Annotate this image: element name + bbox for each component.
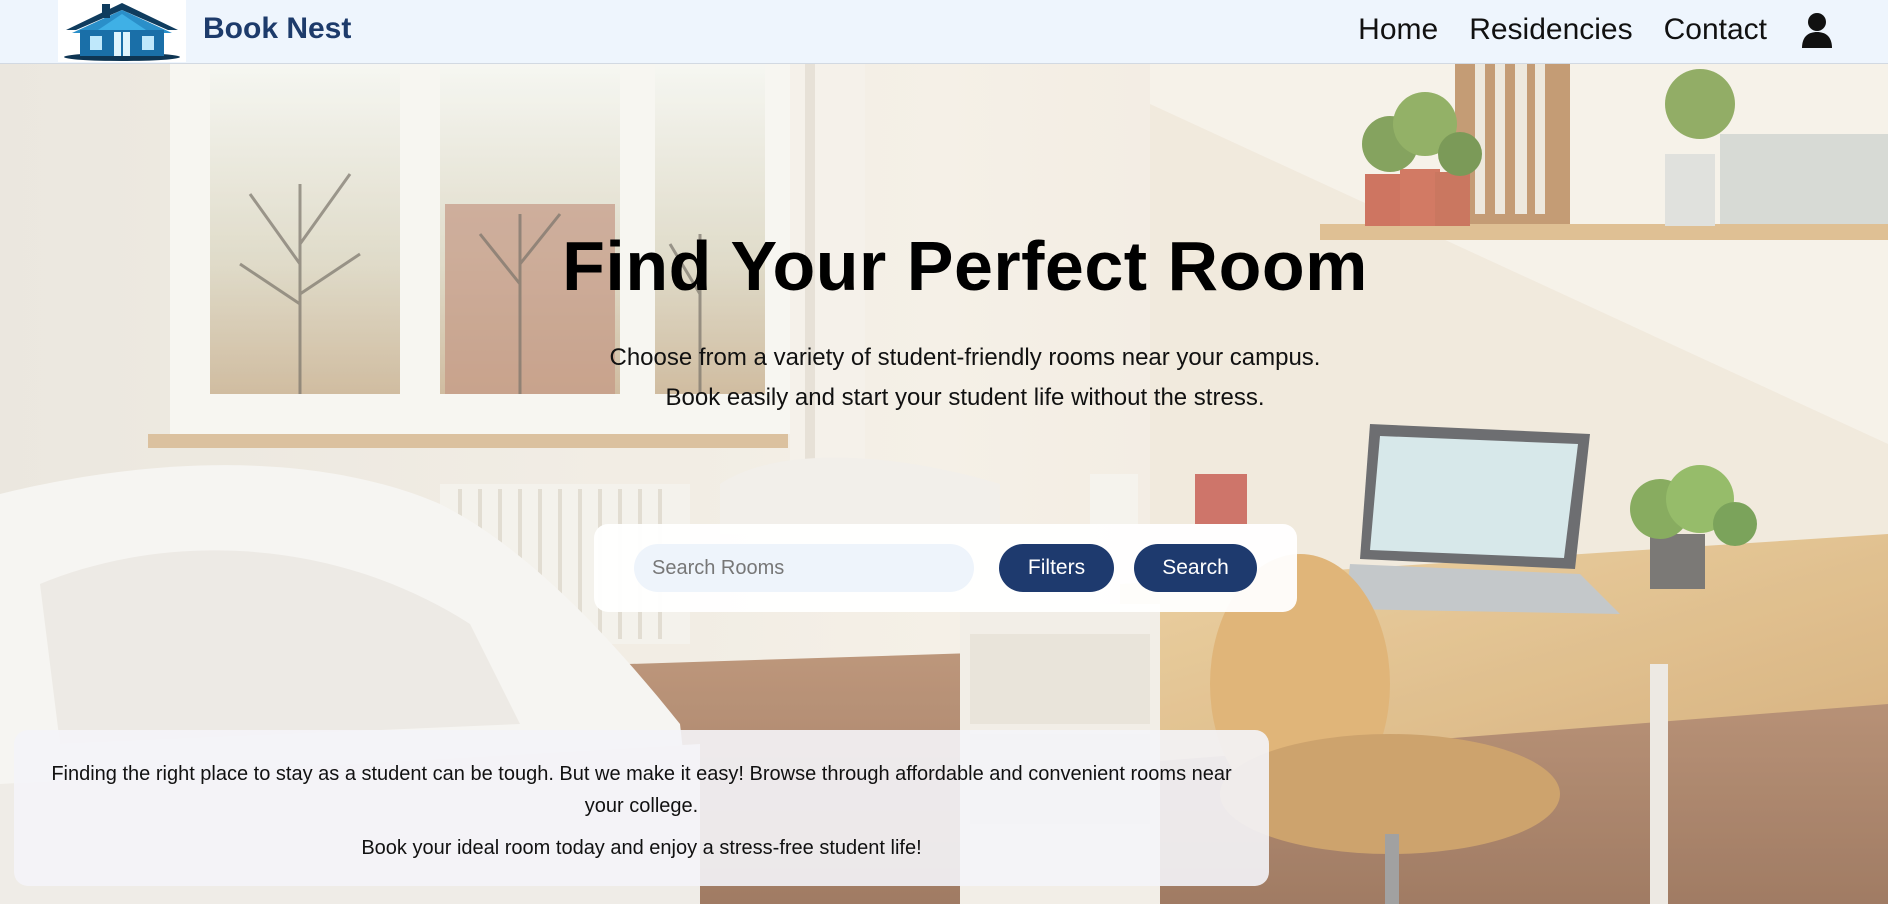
hero-subtitle-line2: Book easily and start your student life … (665, 384, 1265, 411)
nav-home[interactable]: Home (1358, 13, 1438, 47)
search-input[interactable] (634, 544, 974, 592)
search-button[interactable]: Search (1134, 544, 1257, 592)
main-nav: Home Residencies Contact (1358, 0, 1888, 60)
house-logo[interactable] (58, 0, 186, 62)
house-logo-icon (64, 3, 180, 61)
hero-subtitle: Choose from a variety of student-friendl… (0, 338, 1888, 418)
brand-name[interactable]: Book Nest (203, 12, 351, 46)
hero-title: Find Your Perfect Room (562, 227, 1368, 305)
user-icon[interactable] (1800, 12, 1834, 48)
info-paragraph-intro: Finding the right place to stay as a stu… (51, 763, 1232, 817)
nav-contact[interactable]: Contact (1664, 13, 1767, 47)
filters-button[interactable]: Filters (999, 544, 1114, 592)
top-navbar: Book Nest Home Residencies Contact (0, 0, 1888, 64)
nav-residencies[interactable]: Residencies (1469, 13, 1632, 47)
hero-subtitle-line1: Choose from a variety of student-friendl… (609, 344, 1321, 371)
search-card: Filters Search (594, 524, 1297, 612)
info-paragraph-cta: Book your ideal room today and enjoy a s… (361, 837, 922, 859)
info-card: Finding the right place to stay as a stu… (14, 730, 1269, 886)
